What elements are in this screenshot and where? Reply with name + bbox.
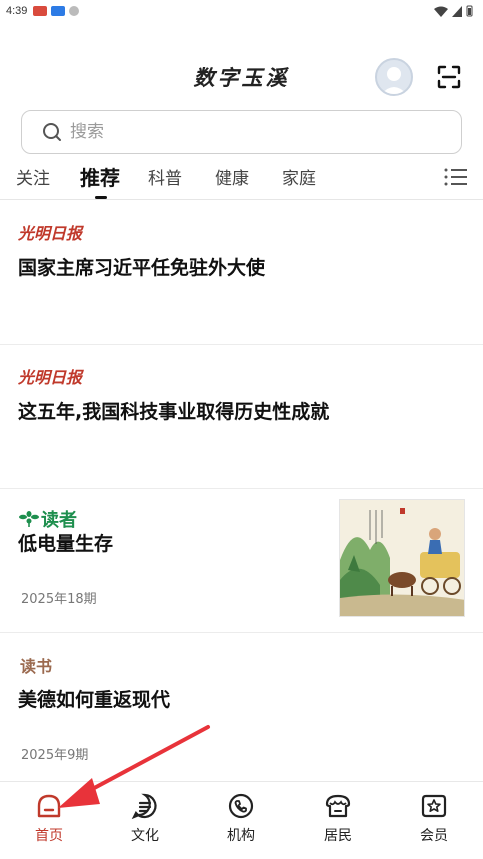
search-input[interactable]	[70, 122, 410, 142]
tab-health[interactable]: 健康	[215, 164, 249, 189]
active-tab-indicator	[95, 196, 107, 199]
nav-member[interactable]: 会员	[394, 792, 474, 845]
notification-app-icon	[51, 6, 66, 16]
wifi-icon	[434, 6, 448, 17]
status-system-icons	[434, 5, 473, 17]
news-card[interactable]: 光明日报 这五年,我国科技事业取得历史性成就	[0, 345, 483, 489]
nav-culture[interactable]: 文化	[105, 792, 185, 845]
card-source: 光明日报	[18, 368, 83, 387]
home-icon	[37, 794, 61, 818]
category-tabs: 关注 推荐 科普 健康 家庭	[0, 158, 483, 200]
status-notification-icons	[33, 6, 80, 16]
card-title[interactable]: 这五年,我国科技事业取得历史性成就	[18, 397, 329, 424]
nav-label: 居民	[324, 828, 352, 844]
nav-label: 机构	[227, 828, 255, 844]
battery-icon	[466, 5, 473, 17]
card-issue: 2025年18期	[21, 592, 97, 607]
tab-recommend[interactable]: 推荐	[80, 162, 120, 191]
card-source: 读书	[20, 657, 53, 676]
scan-button[interactable]	[437, 65, 461, 89]
status-time: 4:39	[6, 5, 28, 17]
notification-app-icon	[69, 6, 80, 16]
card-title[interactable]: 美德如何重返现代	[18, 685, 170, 712]
tab-follow[interactable]: 关注	[16, 164, 50, 189]
news-feed: 光明日报 国家主席习近平任免驻外大使 光明日报 这五年,我国科技事业取得历史性成…	[0, 201, 483, 781]
tab-science[interactable]: 科普	[148, 164, 182, 189]
nav-home[interactable]: 首页	[9, 792, 89, 845]
residents-icon	[325, 794, 351, 818]
news-card[interactable]: 光明日报 国家主席习近平任免驻外大使	[0, 201, 483, 345]
nav-institutions[interactable]: 机构	[201, 792, 281, 845]
search-bar[interactable]	[21, 110, 462, 154]
app-header: 数字玉溪	[0, 52, 483, 104]
notification-app-icon	[33, 6, 48, 16]
nav-label: 首页	[35, 828, 63, 844]
nav-label: 会员	[420, 828, 448, 844]
card-title[interactable]: 国家主席习近平任免驻外大使	[18, 253, 265, 280]
nav-residents[interactable]: 居民	[298, 792, 378, 845]
tab-family[interactable]: 家庭	[282, 164, 316, 189]
card-thumbnail[interactable]	[339, 499, 465, 617]
news-card[interactable]: 读者 低电量生存 2025年18期	[0, 489, 483, 633]
phone-icon	[228, 793, 254, 819]
signal-icon	[452, 5, 462, 17]
nav-label: 文化	[131, 828, 159, 844]
duzhe-logo-icon	[19, 511, 39, 527]
card-title[interactable]: 低电量生存	[18, 529, 113, 556]
tab-list-menu-icon[interactable]	[444, 167, 468, 187]
news-card[interactable]: 读书 美德如何重返现代 2025年9期	[0, 633, 483, 781]
search-icon	[43, 123, 61, 141]
scan-icon	[437, 65, 461, 89]
user-avatar[interactable]	[375, 58, 413, 96]
bottom-navigation: 首页 文化 机构 居民 会员	[0, 781, 483, 859]
culture-icon	[131, 793, 157, 820]
member-star-icon	[421, 794, 447, 818]
card-issue: 2025年9期	[21, 748, 89, 763]
card-source: 光明日报	[18, 224, 83, 243]
status-bar: 4:39	[0, 0, 483, 22]
ox-cart-painting-image	[340, 500, 464, 616]
